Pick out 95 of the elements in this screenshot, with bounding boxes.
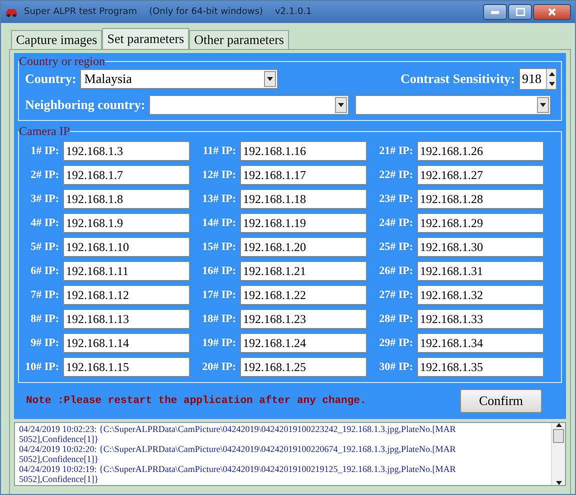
ip-label: 16# IP: [201, 265, 236, 277]
ip-label: 13# IP: [201, 193, 236, 205]
ip-field[interactable]: 192.168.1.14 [63, 333, 190, 353]
minimize-icon [491, 10, 499, 14]
ip-label: 20# IP: [201, 361, 236, 373]
ip-field[interactable]: 192.168.1.18 [240, 189, 367, 209]
log-entry: 04/24/2019 10:02:19: {C:\SuperALPRData\CamPicture\04242019\04242019100219125_192.168.1.3.jpg,PlateNo.[MAR 5052],Confidence[1]} [19, 464, 457, 484]
window-title: v2.1.0.1 [274, 7, 312, 17]
neighbor-dropdown[interactable] [355, 95, 552, 115]
ip-label: 1# IP: [30, 145, 59, 157]
ip-label: 26# IP: [378, 265, 413, 277]
ip-label: 17# IP: [201, 289, 236, 301]
ip-field[interactable]: 192.168.1.7 [63, 165, 190, 185]
up-caret-icon [556, 423, 562, 427]
ip-field[interactable]: 192.168.1.17 [240, 165, 367, 185]
ip-label: 6# IP: [30, 265, 59, 277]
ip-field[interactable]: 192.168.1.8 [63, 189, 190, 209]
ip-field[interactable]: 192.168.1.9 [63, 213, 190, 233]
ip-field[interactable]: 192.168.1.29 [417, 213, 544, 233]
window-title: Super ALPR test Program [24, 7, 138, 17]
ip-label: 9# IP: [30, 337, 59, 349]
ip-label: 4# IP: [30, 217, 59, 229]
close-icon [548, 8, 556, 16]
ip-field[interactable]: 192.168.1.24 [240, 333, 367, 353]
window-title: (Only for 64-bit windows) [149, 7, 263, 17]
ip-label: 30# IP: [378, 361, 413, 373]
ip-field[interactable]: 192.168.1.11 [63, 261, 190, 281]
contrast-label: Contrast Sensitivity: [400, 71, 515, 87]
ip-field[interactable]: 192.168.1.31 [417, 261, 544, 281]
ip-field[interactable]: 192.168.1.28 [417, 189, 544, 209]
ip-field[interactable]: 192.168.1.26 [417, 141, 544, 161]
ip-field[interactable]: 192.168.1.32 [417, 285, 544, 305]
tab[interactable]: Capture images [11, 30, 102, 49]
car-icon [5, 7, 18, 17]
log-entry: 04/24/2019 10:02:20: {C:\SuperALPRData\CamPicture\04242019\04242019100220674_192.168.1.3.jpg,PlateNo.[MAR 5052],Confidence[1]} [19, 444, 457, 464]
country-dropdown[interactable]: Malaysia [80, 69, 278, 89]
restart-note: Note :Please restart the application after any change. [26, 395, 366, 407]
ip-field[interactable]: 192.168.1.10 [63, 237, 190, 257]
minimize-button[interactable] [483, 4, 507, 20]
tab[interactable]: Set parameters [102, 28, 190, 50]
ip-label: 21# IP: [378, 145, 413, 157]
close-button[interactable] [533, 4, 571, 20]
group-title: Country or region [19, 55, 105, 67]
ip-field[interactable]: 192.168.1.13 [63, 309, 190, 329]
ip-label: 10# IP: [24, 361, 59, 373]
ip-field[interactable]: 192.168.1.22 [240, 285, 367, 305]
ip-label: 3# IP: [30, 193, 59, 205]
ip-label: 2# IP: [30, 169, 59, 181]
ip-label: 7# IP: [30, 289, 59, 301]
ip-label: 22# IP: [378, 169, 413, 181]
ip-label: 12# IP: [201, 169, 236, 181]
ip-field[interactable]: 192.168.1.21 [240, 261, 367, 281]
scrollbar[interactable] [551, 423, 565, 485]
ip-field[interactable]: 192.168.1.30 [417, 237, 544, 257]
caret-icon [338, 103, 344, 107]
group-title: Camera IP [19, 125, 70, 137]
confirm-button[interactable]: Confirm [460, 389, 542, 413]
caret-icon [548, 82, 554, 86]
ip-label: 18# IP: [201, 313, 236, 325]
country-label: Country: [25, 71, 76, 87]
ip-field[interactable]: 192.168.1.20 [240, 237, 367, 257]
ip-field[interactable]: 192.168.1.27 [417, 165, 544, 185]
ip-field[interactable]: 192.168.1.23 [240, 309, 367, 329]
ip-label: 24# IP: [378, 217, 413, 229]
ip-label: 8# IP: [30, 313, 59, 325]
ip-label: 29# IP: [378, 337, 413, 349]
ip-label: 5# IP: [30, 241, 59, 253]
ip-label: 27# IP: [378, 289, 413, 301]
ip-label: 28# IP: [378, 313, 413, 325]
contrast-spinbox[interactable]: 918 [519, 68, 557, 90]
ip-field[interactable]: 192.168.1.19 [240, 213, 367, 233]
ip-label: 15# IP: [201, 241, 236, 253]
ip-label: 19# IP: [201, 337, 236, 349]
neighbor-label: Neighboring country: [25, 97, 146, 113]
up-caret-icon [548, 72, 554, 76]
maximize-button[interactable] [508, 4, 532, 20]
tab[interactable]: Other parameters [189, 30, 289, 49]
ip-field[interactable]: 192.168.1.16 [240, 141, 367, 161]
ip-field[interactable]: 192.168.1.12 [63, 285, 190, 305]
ip-field[interactable]: 192.168.1.15 [63, 357, 190, 377]
caret-icon [556, 481, 562, 485]
ip-field[interactable]: 192.168.1.35 [417, 357, 544, 377]
maximize-icon [516, 8, 524, 16]
log-entry: 04/24/2019 10:02:23: {C:\SuperALPRData\CamPicture\04242019\04242019100223242_192.168.1.3.jpg,PlateNo.[MAR 5052],Confidence[1]} [19, 424, 457, 444]
ip-field[interactable]: 192.168.1.3 [63, 141, 190, 161]
ip-field[interactable]: 192.168.1.33 [417, 309, 544, 329]
ip-field[interactable]: 192.168.1.25 [240, 357, 367, 377]
ip-label: 14# IP: [201, 217, 236, 229]
ip-label: 25# IP: [378, 241, 413, 253]
ip-label: 23# IP: [378, 193, 413, 205]
ip-label: 11# IP: [202, 145, 236, 157]
caret-icon [267, 77, 274, 81]
ip-field[interactable]: 192.168.1.34 [417, 333, 544, 353]
caret-icon [540, 103, 546, 107]
neighbor-dropdown[interactable] [149, 95, 350, 115]
